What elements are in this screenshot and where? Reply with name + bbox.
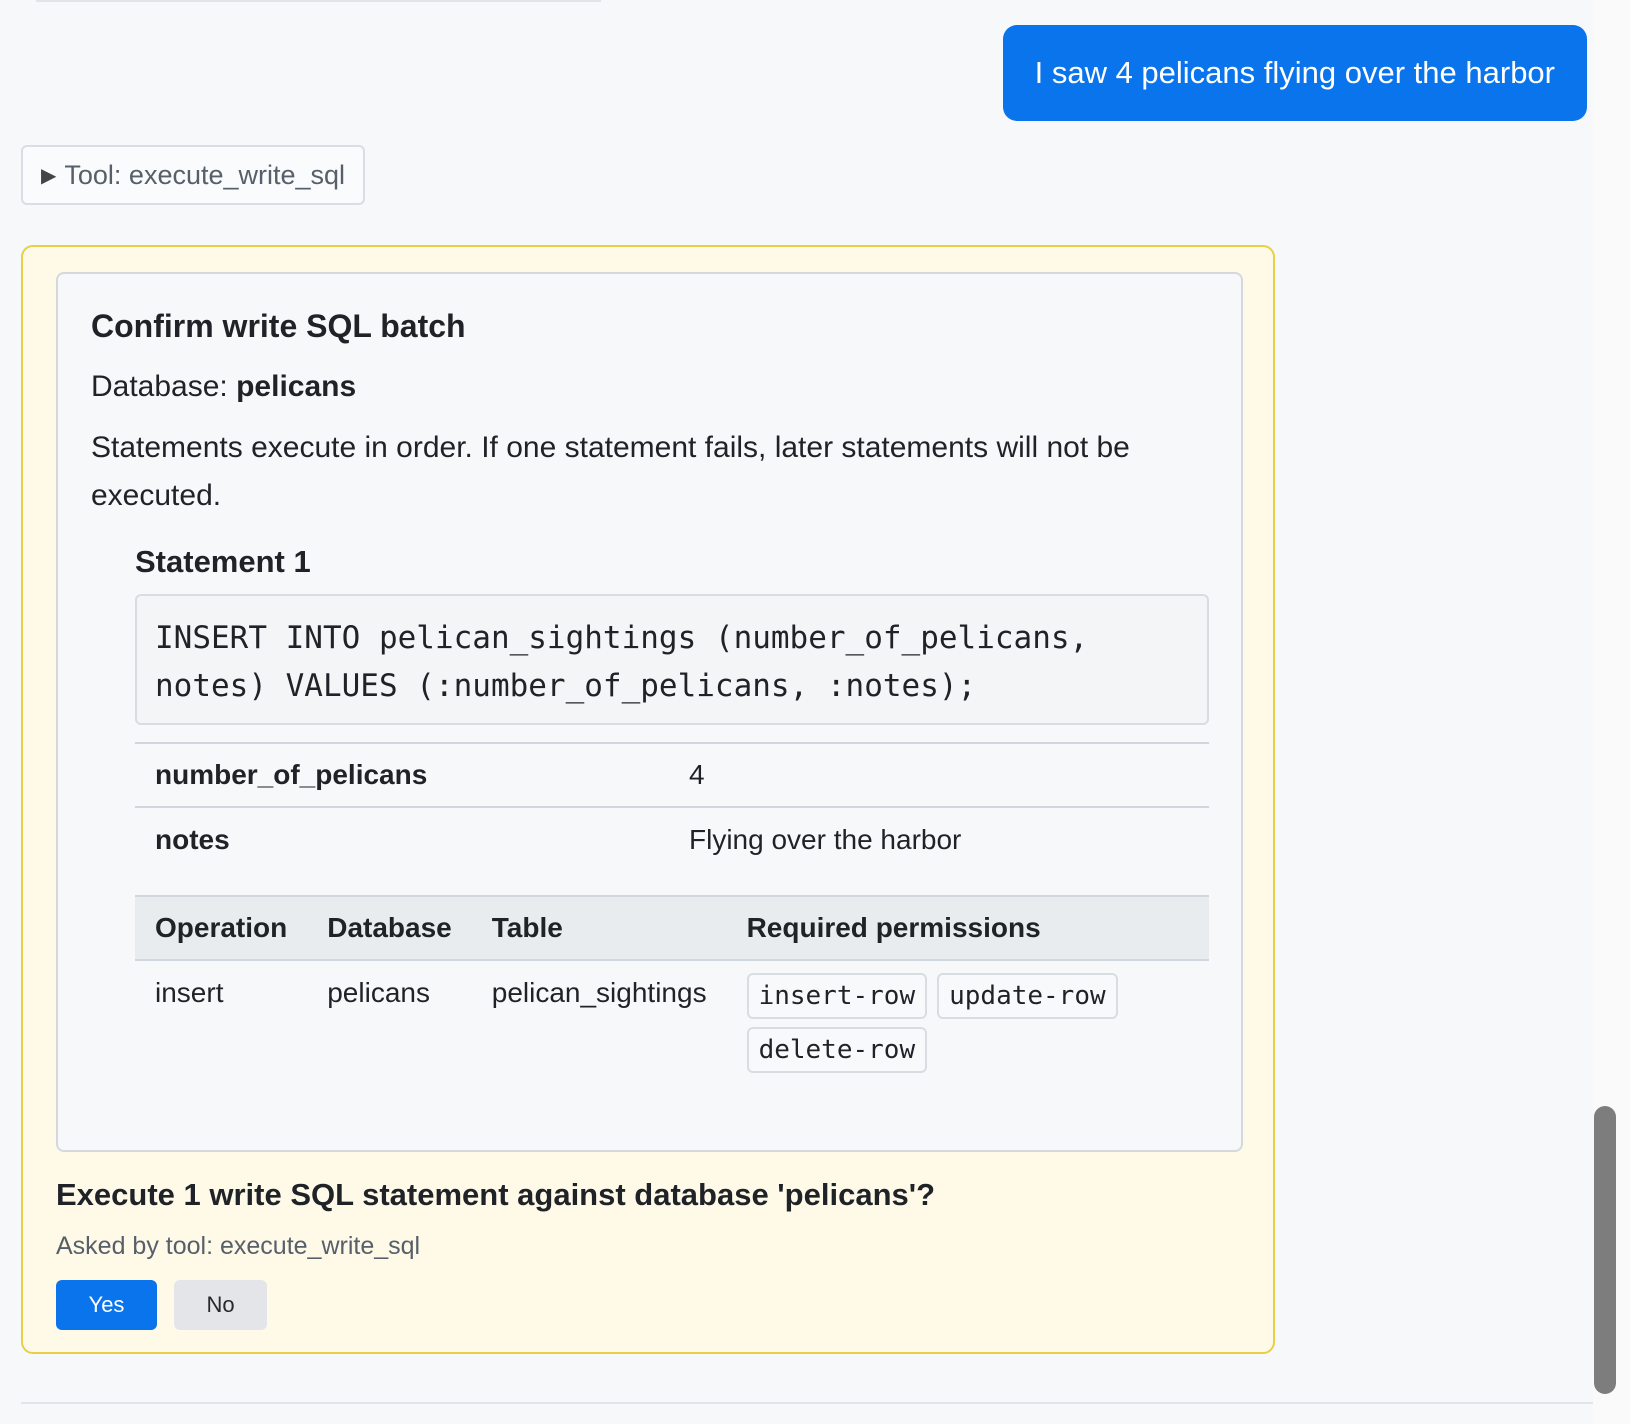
param-value: Flying over the harbor <box>669 806 1209 871</box>
user-message-text: I saw 4 pelicans flying over the harbor <box>1034 55 1555 90</box>
sql-batch-panel: Confirm write SQL batch Database: pelica… <box>56 272 1243 1152</box>
batch-title: Confirm write SQL batch <box>91 308 466 344</box>
tool-details-toggle[interactable]: ▶ Tool: execute_write_sql <box>21 145 366 205</box>
asked-by-note: Asked by tool: execute_write_sql <box>56 1232 421 1260</box>
column-header-database: Database <box>307 895 472 961</box>
permission-badge: delete-row <box>746 1027 928 1073</box>
permission-badge: update-row <box>937 973 1118 1019</box>
no-button[interactable]: No <box>174 1280 267 1330</box>
yes-button[interactable]: Yes <box>56 1280 157 1330</box>
database-line: Database: pelicans <box>91 370 356 404</box>
column-header-permissions: Required permissions <box>726 895 1209 961</box>
database-prefix: Database: <box>91 370 228 403</box>
database-name: pelicans <box>236 370 357 403</box>
top-divider <box>36 0 601 2</box>
confirmation-card: Confirm write SQL batch Database: pelica… <box>21 245 1275 1354</box>
operations-table: Operation Database Table Required permis… <box>135 895 1209 1087</box>
permissions-cell: insert-row update-row delete-row <box>727 960 1209 1087</box>
parameters-table: number_of_pelicans 4 notes Flying over t… <box>135 742 1209 871</box>
table-row: notes Flying over the harbor <box>135 806 1209 871</box>
confirmation-question: Execute 1 write SQL statement against da… <box>56 1177 936 1212</box>
operation-cell: insert <box>155 977 224 1008</box>
tool-toggle-label: Tool: execute_write_sql <box>64 159 346 190</box>
table-header-row: Operation Database Table Required permis… <box>135 895 1209 961</box>
table-row: number_of_pelicans 4 <box>135 742 1209 807</box>
table-row: insert pelicans pelican_sightings insert… <box>135 960 1209 1087</box>
permission-badge: insert-row <box>746 973 928 1019</box>
bottom-divider <box>21 1402 1593 1404</box>
param-value: 4 <box>669 742 1209 807</box>
column-header-table: Table <box>471 895 727 961</box>
sql-code-block: INSERT INTO pelican_sightings (number_of… <box>135 594 1209 725</box>
execution-order-note: Statements execute in order. If one stat… <box>91 431 1130 512</box>
column-header-operation: Operation <box>135 895 308 961</box>
triangle-right-icon: ▶ <box>41 164 57 187</box>
user-message-bubble: I saw 4 pelicans flying over the harbor <box>1002 25 1587 121</box>
param-name: notes <box>135 806 669 871</box>
statement-title: Statement 1 <box>135 544 311 579</box>
table-cell: pelican_sightings <box>491 977 707 1008</box>
scrollbar-thumb[interactable] <box>1594 1106 1616 1394</box>
param-name: number_of_pelicans <box>135 742 669 807</box>
database-cell: pelicans <box>327 977 430 1008</box>
